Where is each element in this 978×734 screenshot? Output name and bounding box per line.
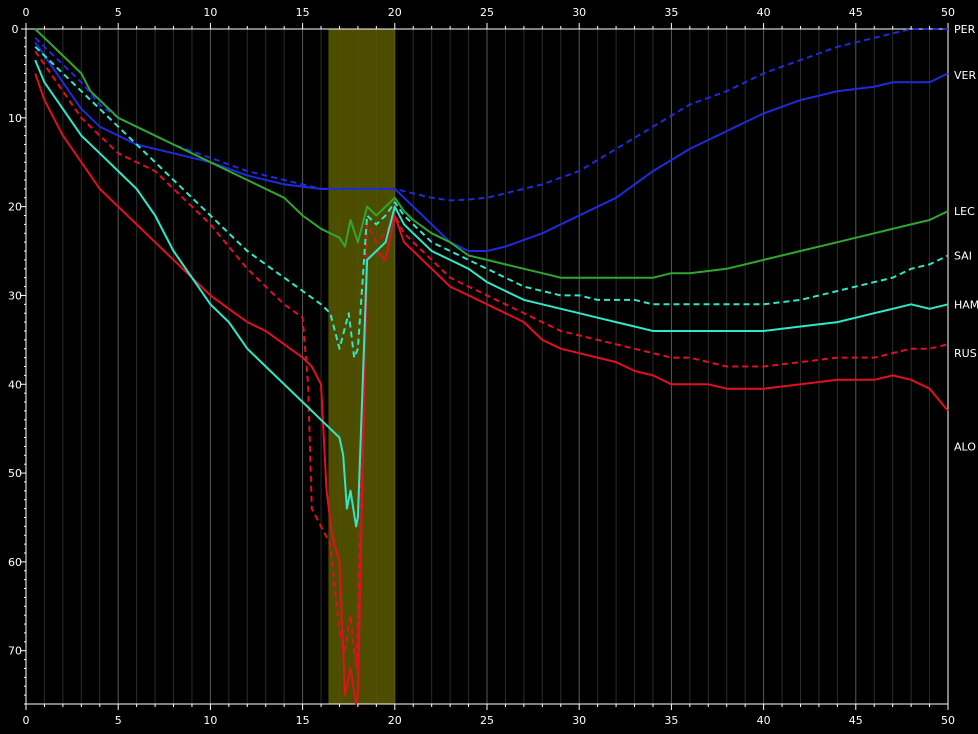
x-tick-label-bottom: 35 xyxy=(664,714,678,727)
x-tick-label-top: 40 xyxy=(757,6,771,19)
series-label-sai: SAI xyxy=(954,249,972,262)
y-tick-label: 20 xyxy=(8,201,22,214)
x-tick-label-bottom: 40 xyxy=(757,714,771,727)
series-label-ver: VER xyxy=(954,69,976,82)
x-tick-label-bottom: 45 xyxy=(849,714,863,727)
y-tick-label: 0 xyxy=(12,23,19,36)
x-tick-label-top: 20 xyxy=(388,6,402,19)
x-tick-label-bottom: 30 xyxy=(572,714,586,727)
x-tick-label-bottom: 0 xyxy=(23,714,30,727)
x-tick-label-top: 50 xyxy=(941,6,955,19)
x-tick-label-bottom: 25 xyxy=(480,714,494,727)
y-tick-label: 10 xyxy=(8,112,22,125)
y-tick-label: 30 xyxy=(8,289,22,302)
chart-background xyxy=(0,0,978,734)
y-tick-label: 50 xyxy=(8,467,22,480)
series-label-ham: HAM xyxy=(954,298,978,311)
x-tick-label-bottom: 50 xyxy=(941,714,955,727)
x-tick-label-bottom: 15 xyxy=(296,714,310,727)
highlight-band xyxy=(328,29,395,704)
x-tick-label-bottom: 20 xyxy=(388,714,402,727)
x-tick-label-bottom: 5 xyxy=(115,714,122,727)
x-tick-label-top: 15 xyxy=(296,6,310,19)
y-tick-label: 40 xyxy=(8,378,22,391)
x-tick-label-top: 0 xyxy=(23,6,30,19)
y-tick-label: 60 xyxy=(8,556,22,569)
x-tick-label-top: 25 xyxy=(480,6,494,19)
x-tick-label-top: 35 xyxy=(664,6,678,19)
x-tick-label-top: 30 xyxy=(572,6,586,19)
x-tick-label-top: 5 xyxy=(115,6,122,19)
y-tick-label: 70 xyxy=(8,645,22,658)
series-label-per: PER xyxy=(954,23,976,36)
series-label-lec: LEC xyxy=(954,205,975,218)
series-label-alo: ALO xyxy=(954,440,976,453)
x-tick-label-top: 10 xyxy=(203,6,217,19)
race-gap-chart: 0055101015152020252530303535404045455050… xyxy=(0,0,978,734)
series-label-rus: RUS xyxy=(954,347,977,360)
x-tick-label-top: 45 xyxy=(849,6,863,19)
x-tick-label-bottom: 10 xyxy=(203,714,217,727)
